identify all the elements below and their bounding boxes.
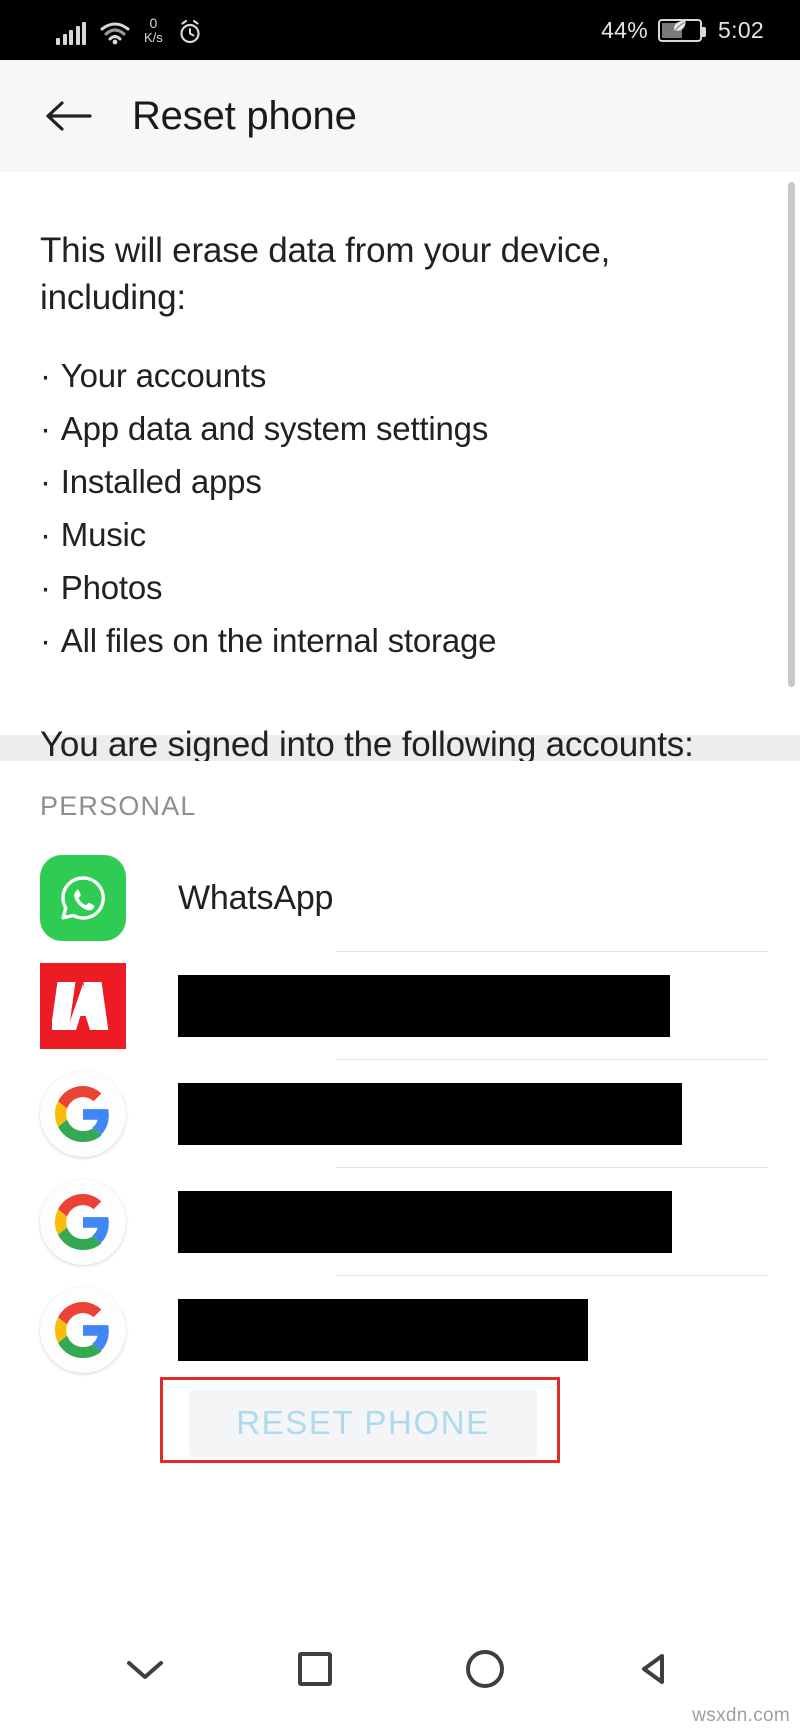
wifi-icon	[100, 21, 130, 45]
account-label-container: WhatsApp	[178, 844, 800, 952]
battery-saver-icon	[658, 18, 707, 42]
reset-phone-button-label: RESET PHONE	[236, 1404, 490, 1441]
redacted-account-name	[178, 1299, 588, 1361]
page-title: Reset phone	[132, 93, 357, 138]
alarm-clock-icon	[177, 19, 203, 45]
app-bar: Reset phone	[0, 60, 800, 172]
recents-square-icon[interactable]	[284, 1638, 346, 1700]
section-header-personal: PERSONAL	[40, 791, 197, 821]
list-item[interactable]	[0, 1168, 800, 1276]
redacted-account-name	[178, 1191, 672, 1253]
back-arrow-icon[interactable]	[44, 96, 92, 136]
list-item: Your accounts	[40, 355, 760, 408]
adobe-icon	[40, 963, 126, 1049]
reset-phone-annotation-box: RESET PHONE	[160, 1377, 560, 1463]
status-bar-right: 44% 5:02	[601, 17, 776, 44]
signal-bars-icon	[56, 21, 86, 45]
home-circle-icon[interactable]	[454, 1638, 516, 1700]
account-label-container	[178, 1276, 800, 1384]
erase-items-list: Your accounts App data and system settin…	[40, 355, 760, 672]
network-speed-unit: K/s	[144, 29, 163, 45]
account-label-container	[178, 1060, 800, 1168]
google-icon	[40, 1287, 126, 1373]
system-navigation-bar	[0, 1605, 800, 1733]
google-icon	[40, 1179, 126, 1265]
google-icon	[40, 1071, 126, 1157]
list-item: Photos	[40, 567, 760, 620]
description-panel: This will erase data from your device, i…	[0, 172, 800, 764]
watermark-label: wsxdn.com	[692, 1705, 790, 1726]
redacted-account-name	[178, 975, 670, 1037]
reset-phone-button[interactable]: RESET PHONE	[189, 1389, 537, 1457]
list-item[interactable]	[0, 952, 800, 1060]
list-item[interactable]	[0, 1276, 800, 1384]
status-bar: 0 K/s 44% 5:02	[0, 0, 800, 60]
account-name: WhatsApp	[178, 878, 334, 917]
battery-percent-label: 44%	[601, 16, 649, 43]
erase-warning-text: This will erase data from your device, i…	[40, 231, 611, 317]
list-item: Music	[40, 514, 760, 567]
chevron-down-icon[interactable]	[114, 1638, 176, 1700]
back-triangle-icon[interactable]	[624, 1638, 686, 1700]
network-speed-value: 0	[149, 14, 158, 31]
vertical-scrollbar[interactable]	[788, 182, 795, 687]
list-item: App data and system settings	[40, 408, 760, 461]
redacted-account-name	[178, 1083, 682, 1145]
account-label-container	[178, 952, 800, 1060]
list-item: Installed apps	[40, 461, 760, 514]
accounts-section: PERSONAL WhatsApp	[0, 761, 800, 1384]
status-bar-left: 0 K/s	[24, 16, 203, 45]
list-item: All files on the internal storage	[40, 620, 760, 673]
list-item[interactable]: WhatsApp	[0, 844, 800, 952]
clock-label: 5:02	[718, 16, 764, 43]
network-speed-indicator: 0 K/s	[144, 16, 163, 45]
account-label-container	[178, 1168, 800, 1276]
list-item[interactable]	[0, 1060, 800, 1168]
whatsapp-icon	[40, 855, 126, 941]
